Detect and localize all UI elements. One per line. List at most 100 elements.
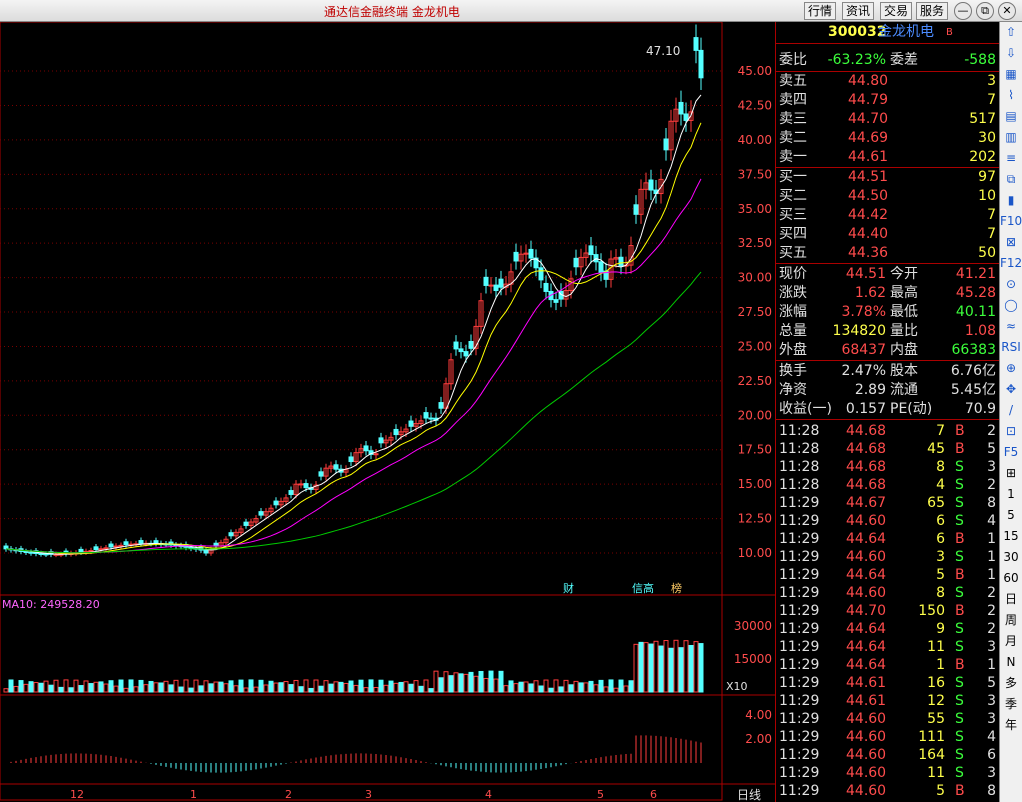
month-label: 1 (190, 788, 197, 801)
tick-volume: 150 (918, 603, 945, 619)
sidebar-tool-6[interactable]: ≡ (1000, 148, 1022, 169)
tick-volume: 8 (936, 459, 945, 475)
sidebar-tool-13[interactable]: ◯ (1000, 295, 1022, 316)
sidebar-tool-0[interactable]: ⇧ (1000, 22, 1022, 43)
sidebar-tool-23[interactable]: 5 (1000, 505, 1022, 526)
volume-bar (523, 681, 529, 693)
tick-volume: 55 (927, 711, 945, 727)
tick-time: 11:29 (779, 783, 820, 799)
sidebar-tool-8[interactable]: ▮ (1000, 190, 1022, 211)
sidebar-tool-22[interactable]: 1 (1000, 484, 1022, 505)
tick-price: 44.60 (846, 783, 887, 799)
tick-price: 44.61 (846, 675, 887, 691)
market-button[interactable]: 行情 (804, 2, 837, 20)
sidebar-tool-29[interactable]: 月 (1000, 631, 1022, 652)
volume-bar (218, 681, 224, 693)
sidebar-tool-12[interactable]: ⊙ (1000, 274, 1022, 295)
sidebar-tool-15[interactable]: RSI (1000, 337, 1022, 358)
bid-price: 44.36 (848, 245, 889, 261)
sidebar-tool-18[interactable]: / (1000, 400, 1022, 421)
sidebar-tool-25[interactable]: 30 (1000, 547, 1022, 568)
tick-side: B (955, 783, 965, 799)
sidebar-tool-26[interactable]: 60 (1000, 568, 1022, 589)
tick-time: 11:29 (779, 567, 820, 583)
tick-price: 44.61 (846, 693, 887, 709)
sidebar-tool-5[interactable]: ▥ (1000, 127, 1022, 148)
sidebar-tool-14[interactable]: ≈ (1000, 316, 1022, 337)
volume-bar (163, 680, 169, 693)
candle-body (363, 445, 369, 452)
quote-row: 涨跌 1.62 最高 45.28 (776, 284, 1000, 303)
ma20-line (5, 178, 702, 554)
sidebar-tool-24[interactable]: 15 (1000, 526, 1022, 547)
volume-bar (338, 681, 344, 693)
sidebar-tool-30[interactable]: N (1000, 652, 1022, 673)
ask-price: 44.80 (848, 73, 889, 89)
volume-bar (138, 679, 144, 693)
ask-price: 44.70 (848, 111, 889, 127)
sidebar-tool-20[interactable]: F5 (1000, 442, 1022, 463)
tick-side: S (955, 729, 964, 745)
sidebar-tool-3[interactable]: ⌇ (1000, 85, 1022, 106)
ask-row: 卖二 44.69 30 (776, 129, 1000, 148)
volume-bar (188, 687, 194, 693)
sidebar-tool-9[interactable]: F10 (1000, 211, 1022, 232)
macd-tick-label: 2.00 (745, 732, 772, 746)
info-marker: 信高 (632, 581, 654, 595)
sidebar-tool-2[interactable]: ▦ (1000, 64, 1022, 85)
tick-price: 44.60 (846, 549, 887, 565)
minimize-icon[interactable]: — (954, 2, 972, 20)
service-button[interactable]: 服务 (916, 2, 949, 20)
sidebar-tool-21[interactable]: ⊞ (1000, 463, 1022, 484)
sidebar-tool-28[interactable]: 周 (1000, 610, 1022, 631)
volume-bar (603, 686, 609, 693)
volume-bar (198, 685, 204, 693)
sidebar-tool-11[interactable]: F12 (1000, 253, 1022, 274)
sidebar-tool-4[interactable]: ▤ (1000, 106, 1022, 127)
sidebar-tool-32[interactable]: 季 (1000, 694, 1022, 715)
volume-bar (8, 679, 14, 693)
tick-time: 11:29 (779, 729, 820, 745)
volume-bar (433, 670, 439, 693)
quote-value: 3.78% (841, 304, 886, 320)
tick-side: S (955, 513, 964, 529)
trade-button[interactable]: 交易 (880, 2, 913, 20)
volume-bar (658, 645, 664, 693)
tick-price: 44.60 (846, 765, 887, 781)
bid-label: 买三 (779, 207, 807, 223)
bid-volume: 10 (978, 188, 996, 204)
volume-bar (143, 684, 149, 693)
tick-time: 11:29 (779, 603, 820, 619)
volume-bar (348, 680, 354, 693)
sidebar-tool-33[interactable]: 年 (1000, 715, 1022, 736)
sidebar-tool-1[interactable]: ⇩ (1000, 43, 1022, 64)
volume-bar (553, 679, 559, 693)
tick-side: S (955, 495, 964, 511)
volume-bar (303, 679, 309, 693)
tick-row: 11:28 44.68 45 B 5 (776, 440, 1000, 458)
close-icon[interactable]: ✕ (998, 2, 1016, 20)
tick-price: 44.60 (846, 585, 887, 601)
sidebar-tool-27[interactable]: 日 (1000, 589, 1022, 610)
tick-row: 11:29 44.64 1 B 1 (776, 656, 1000, 674)
tick-row: 11:29 44.64 11 S 3 (776, 638, 1000, 656)
volume-bar (368, 679, 374, 693)
candle-body (113, 545, 119, 548)
news-button[interactable]: 资讯 (842, 2, 875, 20)
sidebar-tool-16[interactable]: ⊕ (1000, 358, 1022, 379)
price-tick-label: 40.00 (738, 133, 772, 147)
volume-bar (633, 643, 639, 693)
sidebar-tool-17[interactable]: ✥ (1000, 379, 1022, 400)
kline-chart[interactable]: 45.00 42.50 40.00 37.50 35.00 32.50 30.00 27.50… (0, 22, 775, 802)
sidebar-tool-7[interactable]: ⧉ (1000, 169, 1022, 190)
restore-icon[interactable]: ⧉ (976, 2, 994, 20)
volume-bar (268, 680, 274, 693)
sidebar-tool-19[interactable]: ⊡ (1000, 421, 1022, 442)
volume-bar (148, 680, 154, 693)
sidebar-tool-10[interactable]: ⊠ (1000, 232, 1022, 253)
candle-body (3, 545, 9, 550)
sidebar-tool-31[interactable]: 多 (1000, 673, 1022, 694)
volume-bar (158, 682, 164, 693)
volume-bar (483, 677, 489, 693)
quote-value: 45.28 (955, 285, 996, 301)
